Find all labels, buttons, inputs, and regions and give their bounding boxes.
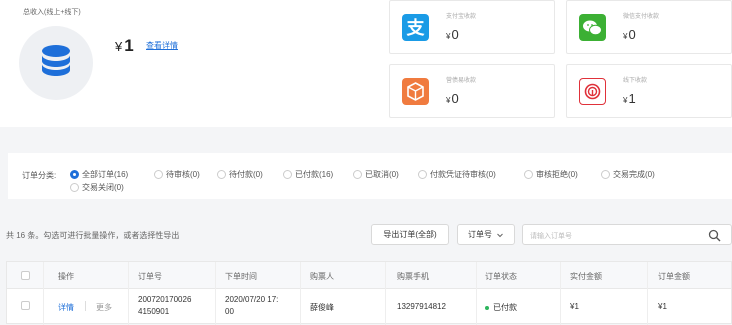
filter-option-paid[interactable]: 已付款(16) — [283, 169, 333, 180]
total-income-label: 总收入(线上+线下) — [23, 9, 81, 16]
order-number-line1: 200720170026 — [138, 295, 192, 304]
wechat-income-card: 微信支付收款 ¥0 — [566, 0, 732, 54]
fingerprint-icon — [579, 78, 606, 105]
card-label: 微信支付收款 — [623, 14, 660, 20]
card-label: 支付宝收款 — [446, 14, 477, 20]
view-details-link[interactable]: 查看详情 — [146, 40, 178, 51]
order-amount: ¥1 — [658, 302, 667, 311]
wechat-icon — [579, 14, 606, 41]
row-checkbox[interactable] — [21, 301, 30, 310]
order-category-filter: 订单分类: 全部订单(16) 待审核(0) 待付款(0) 已付款(16) 已取消… — [8, 153, 732, 199]
search-placeholder: 请输入订单号 — [530, 233, 572, 240]
status-dot-icon — [485, 305, 489, 310]
coins-icon — [42, 45, 70, 76]
revenue-summary-panel: 总收入(线上+线下) ¥1 查看详情 支 支付宝收款 ¥0 微信支付收款 ¥0 — [0, 0, 732, 127]
select-all-checkbox[interactable] — [21, 271, 30, 280]
order-search-input[interactable]: 请输入订单号 — [522, 224, 732, 245]
svg-text:支: 支 — [406, 17, 426, 39]
row-detail-link[interactable]: 详情 — [58, 302, 74, 313]
filter-option-pending-payment[interactable]: 待付款(0) — [217, 169, 263, 180]
card-value: ¥0 — [446, 27, 459, 42]
card-value: ¥1 — [623, 91, 636, 106]
coins-icon-circle — [19, 26, 93, 100]
total-income-value: ¥1 — [115, 36, 134, 55]
filter-option-voucher-review[interactable]: 付款凭证待审核(0) — [418, 169, 496, 180]
header-buyer-phone: 购票手机 — [397, 272, 429, 281]
card-label: 线下收款 — [623, 78, 648, 84]
header-actions: 操作 — [58, 272, 74, 281]
filter-label: 订单分类: — [22, 171, 57, 180]
header-buyer: 购票人 — [310, 272, 334, 281]
filter-option-closed[interactable]: 交易关闭(0) — [70, 182, 124, 193]
header-paid-amount: 实付金额 — [570, 272, 602, 281]
box-icon — [402, 78, 429, 105]
card-value: ¥0 — [446, 91, 459, 106]
header-order-amount: 订单金额 — [658, 272, 690, 281]
filter-option-all[interactable]: 全部订单(16) — [70, 169, 128, 180]
filter-option-rejected[interactable]: 审核拒绝(0) — [524, 169, 578, 180]
header-order-status: 订单状态 — [485, 272, 517, 281]
search-field-select[interactable]: 订单号 — [457, 224, 515, 245]
row-more-link[interactable]: 更多 — [96, 302, 112, 313]
table-header — [7, 262, 731, 289]
order-count-text: 共 16 条。勾选可进行批量操作，或者选择性导出 — [6, 231, 180, 240]
buyer-name: 薛俊峰 — [310, 303, 334, 312]
header-order-no: 订单号 — [138, 272, 162, 281]
paid-amount: ¥1 — [570, 302, 579, 311]
filter-option-pending-review[interactable]: 待审核(0) — [154, 169, 200, 180]
filter-option-cancelled[interactable]: 已取消(0) — [353, 169, 399, 180]
order-number-line2: 4150901 — [138, 307, 170, 316]
filter-option-completed[interactable]: 交易完成(0) — [601, 169, 655, 180]
card-value: ¥0 — [623, 27, 636, 42]
search-icon[interactable] — [708, 229, 721, 242]
order-time-line2: 00 — [225, 307, 234, 316]
alipay-icon: 支 — [402, 14, 429, 41]
orders-table: 操作 订单号 下单时间 购票人 购票手机 订单状态 实付金额 订单金额 详情 更… — [6, 261, 732, 325]
order-time-line1: 2020/07/20 17: — [225, 295, 279, 304]
header-order-time: 下单时间 — [225, 272, 257, 281]
alipay-income-card: 支 支付宝收款 ¥0 — [389, 0, 555, 54]
buyer-phone: 13297914812 — [397, 302, 446, 311]
order-status: 已付款 — [485, 302, 517, 313]
chevron-down-icon — [497, 233, 503, 237]
export-orders-button[interactable]: 导出订单(全部) — [371, 224, 449, 245]
platform-income-card: 营债易收款 ¥0 — [389, 64, 555, 118]
offline-income-card: 线下收款 ¥1 — [566, 64, 732, 118]
card-label: 营债易收款 — [446, 78, 477, 84]
